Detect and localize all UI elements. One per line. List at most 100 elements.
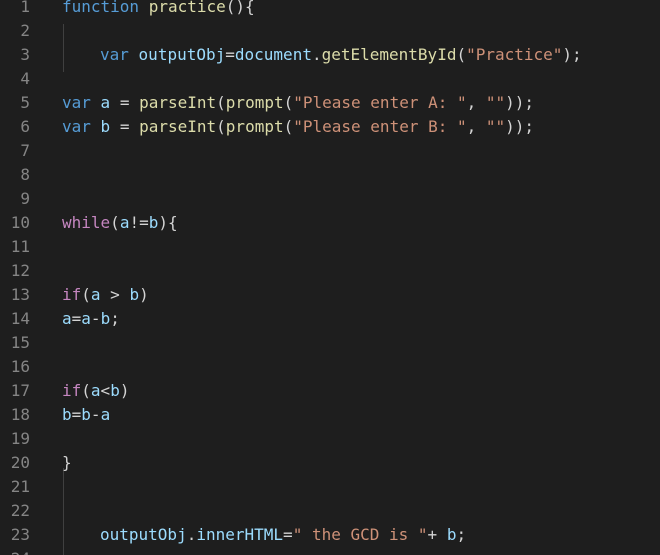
code-token: . — [311, 45, 322, 64]
line-number: 12 — [10, 261, 30, 280]
code-token: prompt — [225, 93, 284, 112]
code-token: = — [283, 525, 293, 544]
code-token: b — [100, 309, 111, 328]
code-token: ){ — [158, 213, 178, 232]
code-token: = — [110, 93, 140, 112]
code-text[interactable]: if(a<b) — [62, 379, 129, 403]
code-line[interactable]: 20} — [0, 451, 660, 475]
code-token: if — [62, 285, 82, 304]
code-token: innerHTML — [196, 525, 284, 544]
line-number: 4 — [20, 69, 30, 88]
line-number: 18 — [10, 405, 30, 424]
code-line[interactable]: 9 — [0, 187, 660, 211]
line-number: 24 — [0, 547, 30, 555]
code-token: b — [446, 525, 457, 544]
code-token: } — [62, 453, 72, 472]
code-line[interactable]: 10 while(a!=b){ — [0, 211, 660, 235]
line-number: 15 — [10, 333, 30, 352]
code-line[interactable]: 3 var outputObj=document.getElementById("… — [0, 43, 660, 67]
code-line[interactable]: 5 var a = parseInt(prompt("Please enter A… — [0, 91, 660, 115]
code-line[interactable]: 18 b=b-a — [0, 403, 660, 427]
code-line[interactable]: 7 — [0, 139, 660, 163]
code-text[interactable]: b=b-a — [62, 403, 110, 427]
code-token: getElementById — [321, 45, 457, 64]
code-token: " the GCD is " — [292, 525, 428, 544]
code-token: - — [90, 405, 101, 424]
code-line[interactable]: 13 if(a > b) — [0, 283, 660, 307]
code-token: ( — [110, 213, 120, 232]
code-token: a — [81, 309, 91, 328]
code-token: b — [81, 405, 91, 424]
line-number: 22 — [10, 501, 30, 520]
code-line[interactable]: 1 function practice(){ — [0, 0, 660, 19]
code-token: != — [129, 213, 149, 232]
code-token: ); — [562, 45, 582, 64]
code-token: parseInt — [139, 117, 217, 136]
code-line[interactable]: 12 — [0, 259, 660, 283]
line-number: 6 — [20, 117, 30, 136]
code-token: = — [71, 405, 82, 424]
code-line[interactable]: 23 outputObj.innerHTML=" the GCD is "+ b; — [0, 523, 660, 547]
code-token: < — [100, 381, 111, 400]
code-token: ) — [119, 381, 130, 400]
code-editor[interactable]: 1 function practice(){ 2 3 var outputObj=doc… — [0, 0, 660, 555]
code-line[interactable]: 15 — [0, 331, 660, 355]
code-text[interactable]: var b = parseInt(prompt("Please enter B:… — [62, 115, 534, 139]
code-text[interactable]: if(a > b) — [62, 283, 149, 307]
code-token: parseInt — [139, 93, 217, 112]
code-line[interactable]: 14 a=a-b; — [0, 307, 660, 331]
code-token: ) — [139, 285, 149, 304]
code-line[interactable]: 19 — [0, 427, 660, 451]
code-token: if — [62, 381, 82, 400]
code-token: = — [71, 309, 82, 328]
code-line[interactable]: 6 var b = parseInt(prompt("Please enter B… — [0, 115, 660, 139]
code-line[interactable]: 16 — [0, 355, 660, 379]
line-number: 2 — [20, 21, 30, 40]
code-token: ( — [283, 93, 294, 112]
code-token: ; — [456, 525, 467, 544]
code-line[interactable]: 22 — [0, 499, 660, 523]
code-line[interactable]: 17 if(a<b) — [0, 379, 660, 403]
line-number: 20 — [10, 453, 30, 472]
code-line[interactable]: 11 — [0, 235, 660, 259]
code-token: b — [100, 117, 111, 136]
code-token: b — [148, 213, 159, 232]
line-number: 8 — [20, 165, 30, 184]
code-text[interactable]: } — [62, 451, 72, 475]
code-line[interactable]: 24 — [0, 547, 660, 555]
code-token: + — [427, 525, 447, 544]
code-text[interactable]: a=a-b; — [62, 307, 120, 331]
code-line[interactable]: 21 — [0, 475, 660, 499]
code-line[interactable]: 4 — [0, 67, 660, 91]
code-token: "Please enter B: " — [293, 117, 467, 136]
code-token: a — [90, 381, 101, 400]
code-text[interactable]: outputObj.innerHTML=" the GCD is "+ b; — [100, 523, 466, 547]
code-token: )); — [505, 117, 535, 136]
code-token: ( — [81, 285, 91, 304]
code-text[interactable]: function practice(){ — [62, 0, 255, 19]
code-token: b — [129, 285, 140, 304]
code-token: (){ — [225, 0, 255, 16]
code-text[interactable]: while(a!=b){ — [62, 211, 178, 235]
line-number: 3 — [20, 45, 30, 64]
code-token: ; — [110, 309, 120, 328]
code-token: var — [62, 93, 91, 112]
code-text[interactable]: var outputObj=document.getElementById("P… — [100, 43, 582, 67]
code-line[interactable]: 2 — [0, 19, 660, 43]
line-number: 11 — [10, 237, 30, 256]
code-token: a — [100, 405, 111, 424]
code-token: ( — [216, 93, 226, 112]
code-text[interactable]: var a = parseInt(prompt("Please enter A:… — [62, 91, 534, 115]
line-number: 10 — [10, 213, 30, 232]
line-number: 21 — [10, 477, 30, 496]
line-number: 7 — [20, 141, 30, 160]
code-token: b — [110, 381, 120, 400]
code-token: = — [110, 117, 140, 136]
code-line[interactable]: 8 — [0, 163, 660, 187]
code-token: ( — [216, 117, 226, 136]
code-token: var — [100, 45, 129, 64]
